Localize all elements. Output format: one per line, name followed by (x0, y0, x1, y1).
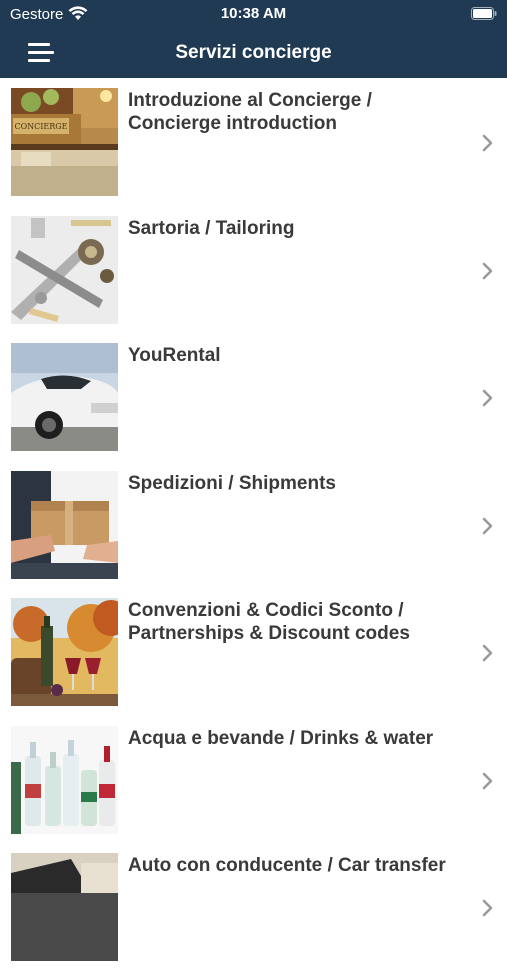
service-title: Spedizioni / Shipments (128, 472, 336, 494)
chevron-right-icon (482, 262, 493, 279)
page-title: Servizi concierge (175, 42, 332, 63)
chevron-right-icon (482, 899, 493, 917)
tailoring-tools-thumbnail (11, 215, 118, 324)
service-title: Acqua e bevande / Drinks & water (128, 727, 434, 749)
service-title: Auto con conducente / Car transfer (128, 855, 446, 876)
concierge-desk-thumbnail: CONCIERGE (11, 88, 118, 196)
chevron-right-icon (482, 134, 493, 152)
service-title: Convenzioni & Codici Sconto / Partnershi… (128, 600, 410, 644)
wine-vineyard-thumbnail (11, 598, 118, 706)
service-item-yourental[interactable]: YouRental (0, 333, 507, 461)
service-title: YouRental (128, 345, 221, 366)
service-item-car-transfer[interactable]: Auto con conducente / Car transfer (0, 843, 507, 971)
service-item-tailoring[interactable]: Sartoria / Tailoring (0, 206, 507, 334)
service-item-shipments[interactable]: Spedizioni / Shipments (0, 461, 507, 589)
concierge-sign-text: CONCIERGE (14, 122, 67, 131)
chevron-right-icon (482, 772, 493, 789)
chevron-right-icon (482, 389, 493, 407)
service-title: Sartoria / Tailoring (128, 217, 295, 239)
water-bottles-thumbnail (11, 725, 118, 834)
service-item-drinks-water[interactable]: Acqua e bevande / Drinks & water (0, 716, 507, 844)
car-interior-thumbnail (11, 853, 118, 961)
navigation-bar: Servizi concierge (0, 30, 507, 78)
service-title: Introduzione al Concierge / Concierge in… (128, 90, 372, 134)
status-time: 10:38 AM (220, 5, 287, 22)
chevron-right-icon (482, 517, 493, 534)
battery-icon (471, 7, 497, 20)
service-item-concierge-introduction[interactable]: CONCIERGE Introduzione al Concierge / Co… (0, 78, 507, 206)
sports-car-thumbnail (11, 343, 118, 451)
parcel-delivery-thumbnail (11, 470, 118, 579)
services-list: CONCIERGE Introduzione al Concierge / Co… (0, 78, 507, 971)
service-item-partnerships[interactable]: Convenzioni & Codici Sconto / Partnershi… (0, 588, 507, 716)
chevron-right-icon (482, 644, 493, 662)
status-bar: Gestore 10:38 AM (0, 0, 507, 30)
